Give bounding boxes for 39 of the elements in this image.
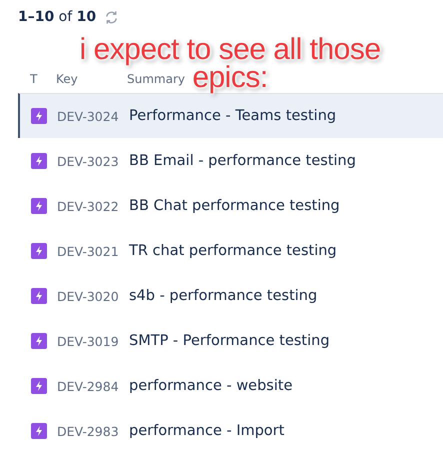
table-row[interactable]: DEV-3024 Performance - Teams testing xyxy=(18,93,443,138)
issue-key[interactable]: DEV-3021 xyxy=(57,244,129,258)
table-row[interactable]: DEV-2983 performance - Import xyxy=(18,408,443,451)
annotation-text: i expect to see all those xyxy=(79,36,381,64)
lightning-icon xyxy=(31,198,47,214)
table-row[interactable]: DEV-3020 s4b - performance testing xyxy=(18,273,443,318)
table-row[interactable]: DEV-3021 TR chat performance testing xyxy=(18,228,443,273)
column-header[interactable]: Key xyxy=(56,72,127,86)
issue-summary[interactable]: TR chat performance testing xyxy=(129,243,337,259)
refresh-icon[interactable] xyxy=(104,10,120,24)
issue-summary[interactable]: BB Chat performance testing xyxy=(129,198,340,214)
lightning-icon xyxy=(31,378,47,394)
issue-key[interactable]: DEV-3019 xyxy=(57,334,129,348)
issue-summary[interactable]: SMTP - Performance testing xyxy=(129,333,330,349)
table-row[interactable]: DEV-3023 BB Email - performance testing xyxy=(18,138,443,183)
issue-key[interactable]: DEV-2983 xyxy=(57,424,129,438)
issue-summary[interactable]: BB Email - performance testing xyxy=(129,153,356,169)
issue-summary[interactable]: performance - website xyxy=(129,378,292,394)
annotation-text: epics: xyxy=(192,64,268,92)
issue-key[interactable]: DEV-3020 xyxy=(57,288,129,304)
lightning-icon xyxy=(31,423,47,439)
issue-summary[interactable]: performance - Import xyxy=(129,423,284,439)
lightning-icon xyxy=(31,153,47,169)
lightning-icon xyxy=(31,288,47,304)
issue-summary[interactable]: Performance - Teams testing xyxy=(129,108,336,124)
issue-key[interactable]: DEV-3023 xyxy=(57,154,129,168)
issue-summary[interactable]: s4b - performance testing xyxy=(129,288,318,304)
issue-key[interactable]: DEV-2984 xyxy=(57,378,129,394)
lightning-icon xyxy=(31,108,47,124)
column-header[interactable]: Summary xyxy=(127,72,185,86)
issue-key[interactable]: DEV-3022 xyxy=(57,198,129,214)
pagination-count: 1–10 of 10 xyxy=(18,9,96,25)
column-header[interactable]: T xyxy=(30,72,56,86)
lightning-icon xyxy=(31,243,47,259)
issue-key[interactable]: DEV-3024 xyxy=(57,108,129,124)
table-row[interactable]: DEV-3022 BB Chat performance testing xyxy=(18,183,443,228)
lightning-icon xyxy=(31,333,47,349)
table-row[interactable]: DEV-3019 SMTP - Performance testing xyxy=(18,318,443,363)
table-row[interactable]: DEV-2984 performance - website xyxy=(18,363,443,408)
